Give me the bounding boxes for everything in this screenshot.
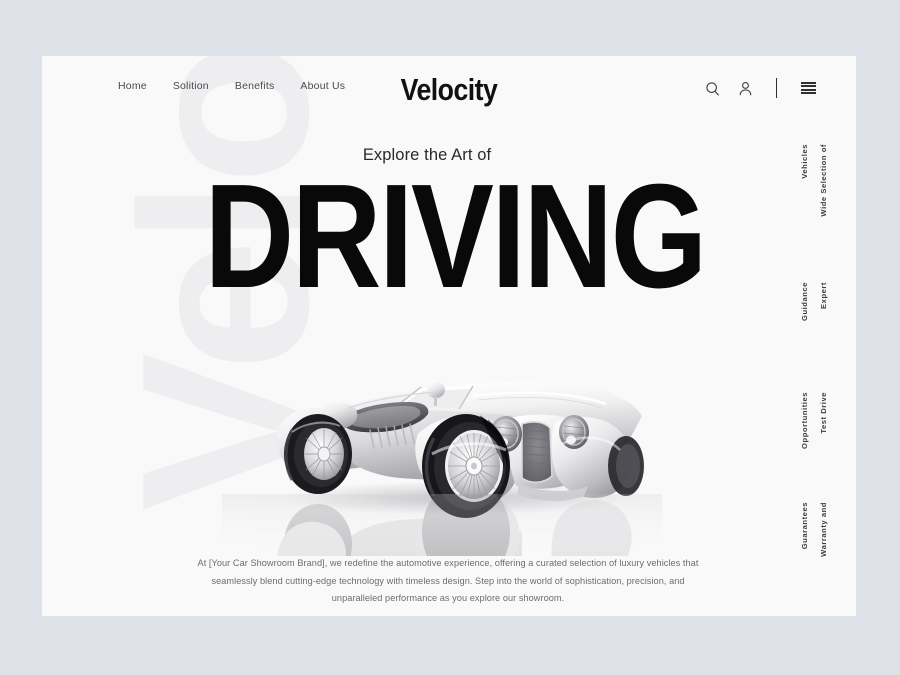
- site-header: Home Solition Benefits About Us Velocity: [42, 56, 856, 118]
- hero-headline: DRIVING: [204, 154, 707, 319]
- search-icon[interactable]: [704, 80, 721, 97]
- feature-line-2: Guidance: [800, 282, 809, 322]
- intro-paragraph: At [Your Car Showroom Brand], we redefin…: [197, 558, 699, 604]
- menu-line: [801, 82, 816, 84]
- menu-line: [801, 85, 816, 88]
- website-hero-card: Velocity Home Solition Benefits About Us…: [42, 56, 856, 616]
- account-icon[interactable]: [737, 80, 754, 97]
- brand-logo[interactable]: Velocity: [99, 72, 799, 108]
- feature-item-warranty: Warranty and Guarantees: [800, 502, 828, 557]
- hero-eyebrow: Explore the Art of: [362, 146, 492, 164]
- hero-car-image: [222, 326, 662, 556]
- feature-line-2: Guarantees: [800, 502, 809, 550]
- menu-line: [801, 92, 816, 94]
- feature-line-1: Test Drive: [819, 392, 828, 434]
- feature-item-test-drive: Test Drive Opportunities: [800, 392, 828, 449]
- feature-line-2: Vehicles: [800, 144, 809, 179]
- feature-line-1: Wide Selection of: [819, 144, 828, 217]
- feature-line-1: Warranty and: [819, 502, 828, 557]
- feature-line-1: Expert: [819, 282, 828, 309]
- menu-line: [801, 88, 816, 91]
- feature-line-2: Opportunities: [800, 392, 809, 449]
- header-actions: [704, 78, 816, 98]
- feature-item-expert-guidance: Expert Guidance: [800, 282, 828, 321]
- screenshot-canvas: Velocity Home Solition Benefits About Us…: [0, 0, 900, 675]
- menu-icon[interactable]: [801, 82, 816, 94]
- rear-wheel: [284, 414, 352, 494]
- feature-item-wide-selection: Wide Selection of Vehicles: [800, 144, 828, 217]
- feature-list: Wide Selection of Vehicles Expert Guidan…: [774, 134, 834, 594]
- header-divider: [776, 78, 777, 98]
